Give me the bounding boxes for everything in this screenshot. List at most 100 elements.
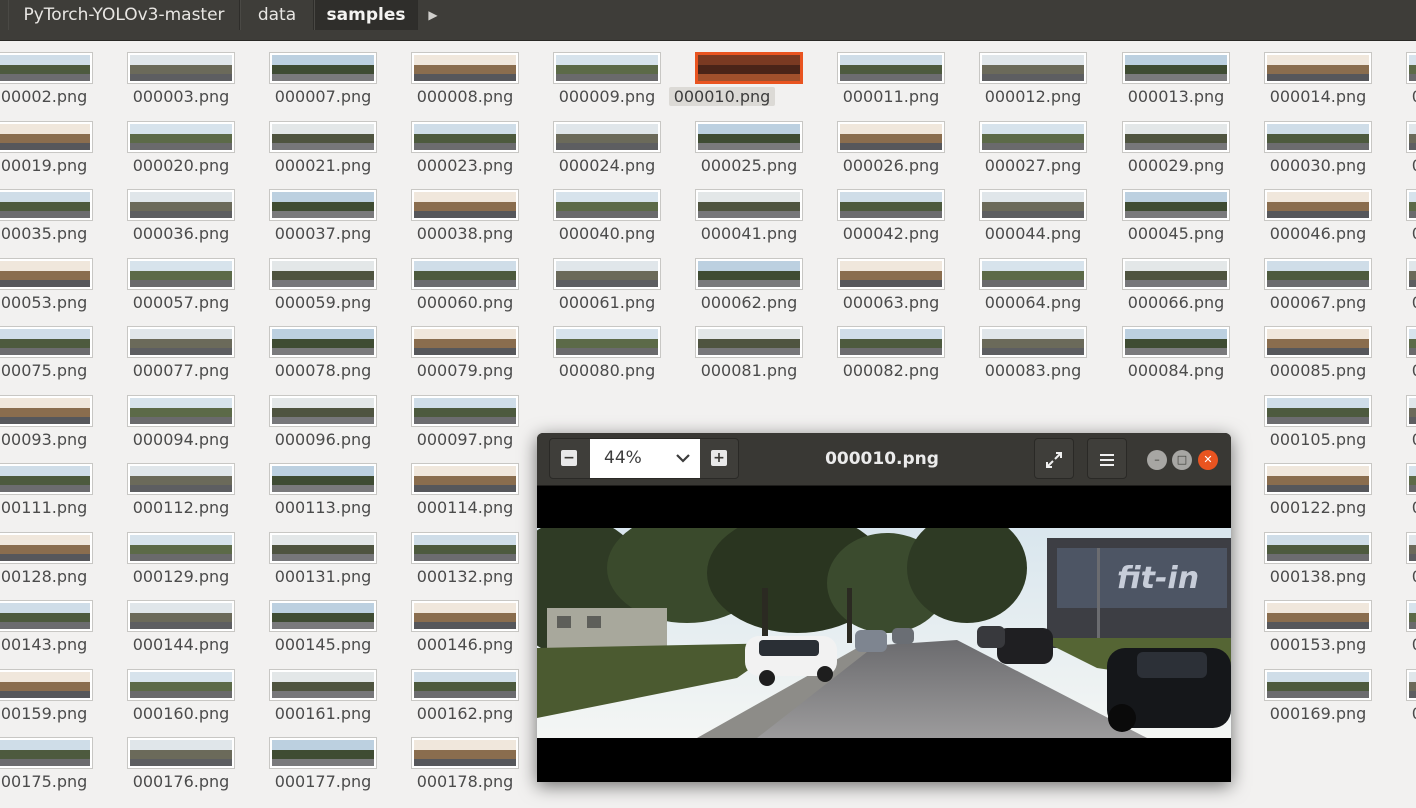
file-item[interactable]: 000153.png — [1227, 590, 1372, 658]
breadcrumb-data[interactable]: data — [240, 0, 314, 30]
file-item[interactable]: 000105.png — [1227, 385, 1372, 453]
file-item[interactable]: 000123.png — [1369, 453, 1416, 521]
file-item[interactable]: 000154.png — [1369, 590, 1416, 658]
file-item[interactable]: 000009.png — [516, 42, 661, 110]
file-item[interactable]: 000002.png — [0, 42, 93, 110]
file-item[interactable]: 000144.png — [90, 590, 235, 658]
zoom-out-button[interactable]: − — [550, 439, 588, 478]
file-item[interactable]: 000041.png — [658, 179, 803, 247]
file-item[interactable]: 000037.png — [232, 179, 377, 247]
file-item[interactable]: 000029.png — [1085, 111, 1230, 179]
file-item[interactable]: 000020.png — [90, 111, 235, 179]
file-item[interactable]: 000146.png — [374, 590, 519, 658]
fullscreen-button[interactable] — [1034, 438, 1074, 479]
file-item[interactable]: 000024.png — [516, 111, 661, 179]
file-item[interactable]: 000075.png — [0, 316, 93, 384]
file-item[interactable]: 000031.png — [1369, 111, 1416, 179]
file-item[interactable]: 000177.png — [232, 727, 377, 795]
file-item[interactable]: 000175.png — [0, 727, 93, 795]
close-button[interactable]: ✕ — [1198, 450, 1218, 470]
breadcrumb-samples[interactable]: samples — [314, 0, 418, 30]
file-item[interactable]: 000097.png — [374, 385, 519, 453]
file-item[interactable]: 000023.png — [374, 111, 519, 179]
maximize-button[interactable]: □ — [1172, 450, 1192, 470]
file-item[interactable]: 000064.png — [942, 248, 1087, 316]
file-item[interactable]: 000160.png — [90, 659, 235, 727]
file-item[interactable]: 000025.png — [658, 111, 803, 179]
file-item[interactable]: 000027.png — [942, 111, 1087, 179]
file-item[interactable]: 000113.png — [232, 453, 377, 521]
file-item[interactable]: 000080.png — [516, 316, 661, 384]
file-item[interactable]: 000013.png — [1085, 42, 1230, 110]
file-item[interactable]: 000019.png — [0, 111, 93, 179]
file-item[interactable]: 000106.png — [1369, 385, 1416, 453]
file-item[interactable]: 000057.png — [90, 248, 235, 316]
file-item[interactable]: 000067.png — [1227, 248, 1372, 316]
file-item[interactable]: 000040.png — [516, 179, 661, 247]
file-item[interactable]: 000145.png — [232, 590, 377, 658]
file-item[interactable]: 000162.png — [374, 659, 519, 727]
file-item[interactable]: 000096.png — [232, 385, 377, 453]
file-item[interactable]: 000012.png — [942, 42, 1087, 110]
file-item[interactable]: 000042.png — [800, 179, 945, 247]
file-item[interactable]: 000047.png — [1369, 179, 1416, 247]
breadcrumb-forward-arrow-icon[interactable]: ▶ — [418, 0, 448, 30]
file-item[interactable]: 000014.png — [1227, 42, 1372, 110]
file-item[interactable]: 000114.png — [374, 453, 519, 521]
zoom-level-dropdown[interactable]: 44% — [590, 439, 700, 478]
file-item[interactable]: 000038.png — [374, 179, 519, 247]
breadcrumb-pytorch-yolov3-master[interactable]: PyTorch-YOLOv3-master — [8, 0, 240, 30]
file-item[interactable]: 000030.png — [1227, 111, 1372, 179]
menu-button[interactable] — [1087, 438, 1127, 479]
file-item[interactable]: 000078.png — [232, 316, 377, 384]
file-item[interactable]: 000060.png — [374, 248, 519, 316]
file-item[interactable]: 000111.png — [0, 453, 93, 521]
file-item[interactable]: 000026.png — [800, 111, 945, 179]
file-item[interactable]: 000094.png — [90, 385, 235, 453]
minimize-button[interactable]: – — [1147, 450, 1167, 470]
file-item[interactable]: 000008.png — [374, 42, 519, 110]
file-item[interactable]: 000021.png — [232, 111, 377, 179]
file-item[interactable]: 000176.png — [90, 727, 235, 795]
file-item[interactable]: 000169.png — [1227, 659, 1372, 727]
image-canvas[interactable]: fit-in — [537, 486, 1231, 782]
file-item[interactable]: 000044.png — [942, 179, 1087, 247]
file-item[interactable]: 000061.png — [516, 248, 661, 316]
file-item[interactable]: 000138.png — [1227, 522, 1372, 590]
file-item[interactable]: 000045.png — [1085, 179, 1230, 247]
file-item[interactable]: 000132.png — [374, 522, 519, 590]
file-item[interactable]: 000068.png — [1369, 248, 1416, 316]
file-item[interactable]: 000079.png — [374, 316, 519, 384]
file-item[interactable]: 000053.png — [0, 248, 93, 316]
file-item[interactable]: 000093.png — [0, 385, 93, 453]
file-item[interactable]: 000046.png — [1227, 179, 1372, 247]
file-item[interactable]: 000112.png — [90, 453, 235, 521]
file-item[interactable]: 000128.png — [0, 522, 93, 590]
file-item[interactable]: 000085.png — [1227, 316, 1372, 384]
file-item[interactable]: 000007.png — [232, 42, 377, 110]
file-item[interactable]: 000086.png — [1369, 316, 1416, 384]
file-item[interactable]: 000129.png — [90, 522, 235, 590]
file-item[interactable]: 000063.png — [800, 248, 945, 316]
file-item[interactable]: 000066.png — [1085, 248, 1230, 316]
file-item[interactable]: 000010.png — [658, 42, 803, 110]
file-item[interactable]: 000083.png — [942, 316, 1087, 384]
file-item[interactable]: 000081.png — [658, 316, 803, 384]
zoom-in-button[interactable]: + — [700, 439, 738, 478]
file-item[interactable]: 000170.png — [1369, 659, 1416, 727]
file-item[interactable]: 000059.png — [232, 248, 377, 316]
file-item[interactable]: 000161.png — [232, 659, 377, 727]
file-item[interactable]: 000011.png — [800, 42, 945, 110]
file-item[interactable]: 000077.png — [90, 316, 235, 384]
file-item[interactable]: 000084.png — [1085, 316, 1230, 384]
file-item[interactable]: 000139.png — [1369, 522, 1416, 590]
file-item[interactable]: 000082.png — [800, 316, 945, 384]
file-item[interactable]: 000131.png — [232, 522, 377, 590]
file-item[interactable]: 000122.png — [1227, 453, 1372, 521]
file-item[interactable]: 000062.png — [658, 248, 803, 316]
file-item[interactable]: 000178.png — [374, 727, 519, 795]
file-item[interactable]: 000159.png — [0, 659, 93, 727]
file-item[interactable]: 000143.png — [0, 590, 93, 658]
file-item[interactable]: 000003.png — [90, 42, 235, 110]
file-item[interactable]: 000035.png — [0, 179, 93, 247]
